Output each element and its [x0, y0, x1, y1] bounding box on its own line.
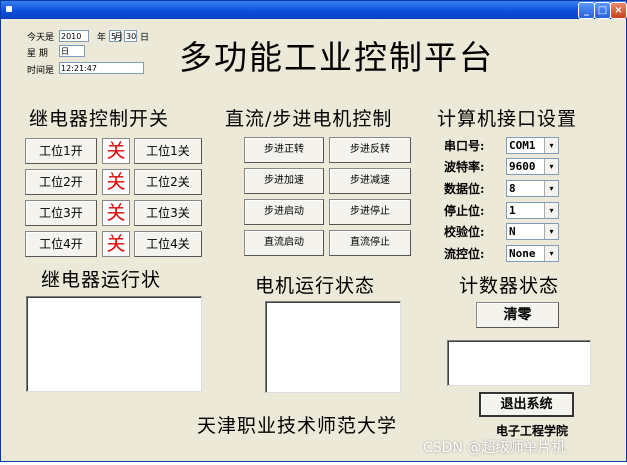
relay-status-title: 继电器运行状 — [41, 269, 162, 291]
month-unit: 月 — [114, 33, 124, 43]
parity-label: 校验位: — [444, 225, 485, 239]
flowcontrol-value: None — [509, 247, 536, 260]
stepper-start-button[interactable]: 步进启动 — [244, 199, 324, 225]
station2-state: 关 — [102, 169, 130, 195]
stepper-forward-button[interactable]: 步进正转 — [244, 137, 324, 163]
year-field[interactable]: 2010 — [59, 30, 89, 42]
station3-state: 关 — [102, 200, 130, 226]
motor-title: 直流/步进电机控制 — [225, 108, 393, 130]
databits-value: 8 — [509, 182, 516, 195]
databits-label: 数据位: — [444, 182, 485, 196]
day-field[interactable]: 30 — [124, 30, 137, 42]
station1-off-button[interactable]: 工位1关 — [134, 138, 202, 164]
relay-status-panel — [26, 296, 202, 392]
time-field[interactable]: 12:21:47 — [59, 62, 144, 74]
stepper-accelerate-button[interactable]: 步进加速 — [244, 168, 324, 194]
today-label: 今天是 — [27, 33, 55, 43]
chevron-down-icon[interactable]: ▾ — [544, 246, 558, 261]
stopbits-select[interactable]: 1 ▾ — [506, 202, 559, 219]
stepper-reverse-button[interactable]: 步进反转 — [329, 137, 411, 163]
databits-select[interactable]: 8 ▾ — [506, 180, 559, 197]
station1-on-button[interactable]: 工位1开 — [25, 138, 97, 164]
port-value: COM1 — [509, 139, 536, 152]
serial-title: 计算机接口设置 — [437, 108, 578, 130]
flowcontrol-select[interactable]: None ▾ — [506, 245, 559, 262]
time-label: 时间是 — [27, 66, 55, 76]
weekday-field[interactable]: 日 — [59, 45, 85, 57]
dc-stop-button[interactable]: 直流停止 — [329, 230, 411, 256]
motor-status-title: 电机运行状态 — [255, 275, 376, 297]
app-icon[interactable] — [6, 6, 12, 12]
baud-select[interactable]: 9600 ▾ — [506, 158, 559, 175]
stopbits-label: 停止位: — [444, 204, 485, 218]
baud-value: 9600 — [509, 160, 536, 173]
counter-display — [447, 340, 591, 386]
stepper-decelerate-button[interactable]: 步进减速 — [329, 168, 411, 194]
weekday-label: 星 期 — [27, 49, 48, 59]
station2-on-button[interactable]: 工位2开 — [25, 169, 97, 195]
motor-status-panel — [265, 301, 401, 393]
station3-off-button[interactable]: 工位3关 — [134, 200, 202, 226]
university-name: 天津职业技术师范大学 — [197, 415, 398, 437]
year-unit: 年 — [97, 33, 107, 43]
chevron-down-icon[interactable]: ▾ — [544, 181, 558, 196]
clear-counter-button[interactable]: 清零 — [476, 302, 559, 328]
title-bar[interactable]: _ □ × — [1, 1, 627, 19]
chevron-down-icon[interactable]: ▾ — [544, 159, 558, 174]
stepper-stop-button[interactable]: 步进停止 — [329, 199, 411, 225]
port-label: 串口号: — [444, 139, 485, 153]
chevron-down-icon[interactable]: ▾ — [544, 224, 558, 239]
parity-value: N — [509, 225, 516, 238]
station4-off-button[interactable]: 工位4关 — [134, 231, 202, 257]
baud-label: 波特率: — [444, 160, 485, 174]
chevron-down-icon[interactable]: ▾ — [544, 138, 558, 153]
close-button[interactable]: × — [610, 2, 627, 19]
flowcontrol-label: 流控位: — [444, 247, 485, 261]
station2-off-button[interactable]: 工位2关 — [134, 169, 202, 195]
chevron-down-icon[interactable]: ▾ — [544, 203, 558, 218]
dc-start-button[interactable]: 直流启动 — [244, 230, 324, 256]
station4-state: 关 — [102, 231, 130, 257]
day-unit: 日 — [140, 33, 150, 43]
station4-on-button[interactable]: 工位4开 — [25, 231, 97, 257]
relay-title: 继电器控制开关 — [29, 108, 170, 130]
stopbits-value: 1 — [509, 204, 516, 217]
watermark-text: CSDN @超级师单片机 — [423, 440, 566, 456]
main-window: _ □ × 今天是 2010 年 5 月 30 日 星 期 日 时间是 12:2… — [0, 0, 627, 462]
port-select[interactable]: COM1 ▾ — [506, 137, 559, 154]
minimize-button[interactable]: _ — [578, 2, 595, 19]
station1-state: 关 — [102, 138, 130, 164]
parity-select[interactable]: N ▾ — [506, 223, 559, 240]
main-title: 多功能工业控制平台 — [179, 38, 494, 77]
exit-system-button[interactable]: 退出系统 — [479, 392, 574, 417]
counter-status-title: 计数器状态 — [459, 275, 560, 297]
maximize-button[interactable]: □ — [594, 2, 611, 19]
station3-on-button[interactable]: 工位3开 — [25, 200, 97, 226]
